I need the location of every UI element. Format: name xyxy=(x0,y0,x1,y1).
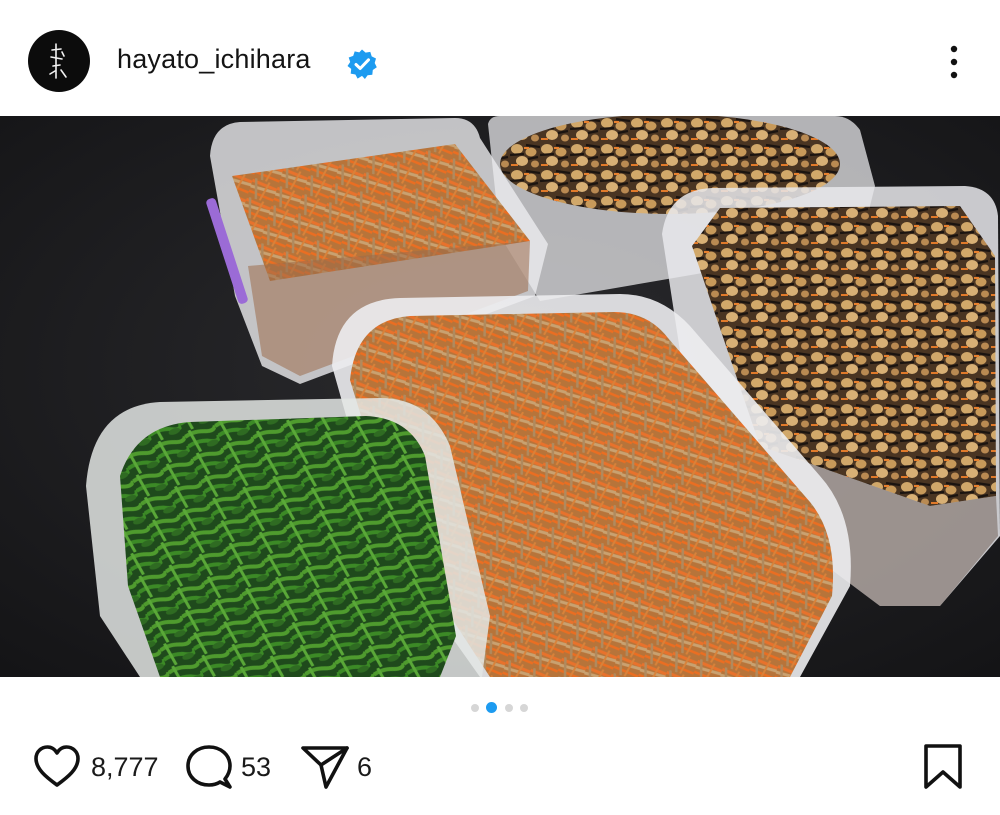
avatar-logo-icon xyxy=(49,43,67,79)
post-actions: 8,777 53 6 xyxy=(0,735,1000,805)
paper-plane-icon xyxy=(301,746,349,789)
post-image[interactable] xyxy=(0,116,1000,677)
carousel-indicator[interactable] xyxy=(0,700,1000,716)
comment-bubble-icon xyxy=(186,745,232,789)
like-count[interactable]: 8,777 xyxy=(91,752,159,783)
food-containers-illustration xyxy=(0,116,1000,677)
carousel-dot[interactable] xyxy=(520,704,528,712)
more-vertical-icon xyxy=(950,45,958,79)
carousel-dot-active[interactable] xyxy=(486,702,497,713)
comment-count[interactable]: 53 xyxy=(241,752,271,783)
bookmark-icon xyxy=(924,744,962,789)
carousel-dot[interactable] xyxy=(505,704,513,712)
share-count[interactable]: 6 xyxy=(357,752,372,783)
heart-icon xyxy=(34,745,80,787)
like-button[interactable] xyxy=(32,743,82,796)
comment-button[interactable] xyxy=(184,743,234,798)
post-header: hayato_ichihara xyxy=(0,0,1000,116)
spinach-container-front xyxy=(86,398,490,677)
avatar[interactable] xyxy=(28,30,90,92)
share-button[interactable] xyxy=(300,743,350,796)
more-options-button[interactable] xyxy=(940,42,968,82)
save-button[interactable] xyxy=(922,743,964,796)
verified-badge-icon xyxy=(346,48,378,80)
carousel-dot[interactable] xyxy=(471,704,479,712)
username[interactable]: hayato_ichihara xyxy=(117,44,311,75)
